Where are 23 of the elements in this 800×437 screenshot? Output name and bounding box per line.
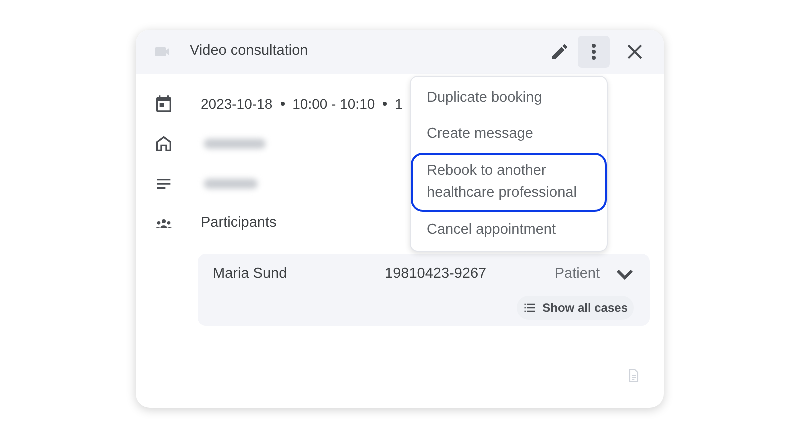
blurred-text	[204, 179, 258, 189]
date-time-text: 1	[395, 94, 403, 114]
show-all-cases-button[interactable]: Show all cases	[516, 296, 634, 320]
chevron-down-icon[interactable]	[616, 268, 634, 281]
menu-item[interactable]: Rebook to another healthcare professional	[411, 152, 607, 212]
home-icon	[154, 134, 174, 154]
more-vertical-icon	[592, 44, 596, 60]
personal-id-number: 19810423-9267	[385, 265, 488, 284]
edit-icon[interactable]	[550, 42, 570, 62]
separator-dot	[280, 102, 285, 106]
section-heading: Participants	[201, 214, 277, 234]
date-time-text: 2023-10-18	[201, 94, 273, 114]
menu-item[interactable]: Duplicate booking	[411, 80, 607, 116]
more-options-button[interactable]	[578, 36, 610, 68]
dialog-title: Video consultation	[190, 42, 310, 62]
separator-dot	[383, 102, 388, 106]
participant-name: Maria Sund	[213, 265, 288, 284]
menu-item[interactable]: Create message	[411, 116, 607, 153]
date-time-text: 10:00 - 10:10	[292, 94, 376, 114]
calendar-icon	[154, 94, 174, 114]
participant-role: Patient	[554, 265, 600, 284]
menu-item[interactable]: Cancel appointment	[411, 212, 607, 248]
blurred-text	[204, 139, 266, 149]
